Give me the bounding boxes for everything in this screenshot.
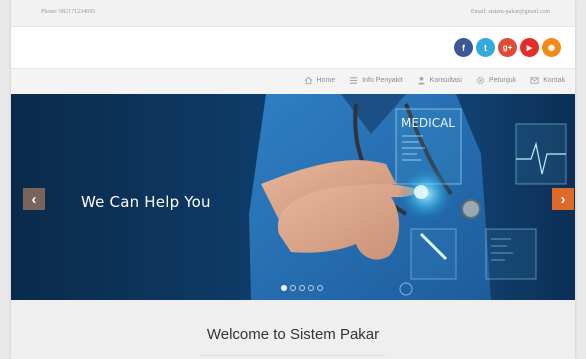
page-container: Phone: 082171234695 Email: sistem-pakar@… (11, 0, 575, 359)
nav-label-info-penyakit: Info Penyakit (362, 77, 403, 84)
user-icon (418, 76, 425, 85)
facebook-icon[interactable]: f (454, 38, 473, 57)
chevron-left-icon: ‹ (31, 190, 37, 208)
medical-overlay-text: MEDICAL (401, 116, 455, 130)
hero-slider[interactable]: MEDICAL We Can Help You ‹ › (11, 94, 575, 300)
twitter-icon[interactable]: t (476, 38, 495, 57)
mail-icon (530, 77, 539, 84)
header: f t g+ ▶ ◉ (11, 27, 575, 68)
divider (201, 355, 385, 356)
nav-label-petunjuk: Petunjuk (488, 77, 517, 84)
slider-dot[interactable] (308, 285, 314, 291)
slider-prev-button[interactable]: ‹ (23, 188, 45, 210)
nav-label-home: Home (316, 77, 336, 84)
nav-item-konsultasi[interactable]: Konsultasi (417, 76, 462, 85)
slider-dot[interactable] (299, 285, 305, 291)
nav-label-kontak: Kontak (543, 77, 565, 84)
slider-pagination (281, 285, 323, 291)
google-plus-icon[interactable]: g+ (498, 38, 517, 57)
nav-label-konsultasi: Konsultasi (429, 77, 462, 84)
gear-icon (476, 76, 484, 85)
slider-dot[interactable] (317, 285, 323, 291)
welcome-title: Welcome to Sistem Pakar (206, 326, 380, 343)
slider-dot[interactable] (290, 285, 296, 291)
nav-item-home[interactable]: Home (304, 76, 336, 85)
youtube-icon[interactable]: ▶ (520, 38, 539, 57)
top-bar: Phone: 082171234695 Email: sistem-pakar@… (11, 0, 575, 27)
slider-dot[interactable] (281, 285, 287, 291)
phone-text: Phone: 082171234695 (41, 9, 96, 15)
main-nav: Home Info Penyakit Konsultasi Petunjuk K… (11, 68, 575, 94)
nav-item-kontak[interactable]: Kontak (530, 76, 565, 85)
welcome-section: Welcome to Sistem Pakar (11, 300, 575, 359)
email-text: Email: sistem-pakar@gmail.com (470, 9, 550, 15)
list-icon (350, 77, 358, 84)
social-icons: f t g+ ▶ ◉ (454, 38, 561, 57)
rss-icon[interactable]: ◉ (542, 38, 561, 57)
slider-next-button[interactable]: › (552, 188, 574, 210)
nav-item-info-penyakit[interactable]: Info Penyakit (349, 76, 403, 85)
chevron-right-icon: › (560, 190, 566, 208)
home-icon (304, 76, 312, 85)
nav-item-petunjuk[interactable]: Petunjuk (476, 76, 516, 85)
slide-caption: We Can Help You (81, 193, 211, 211)
